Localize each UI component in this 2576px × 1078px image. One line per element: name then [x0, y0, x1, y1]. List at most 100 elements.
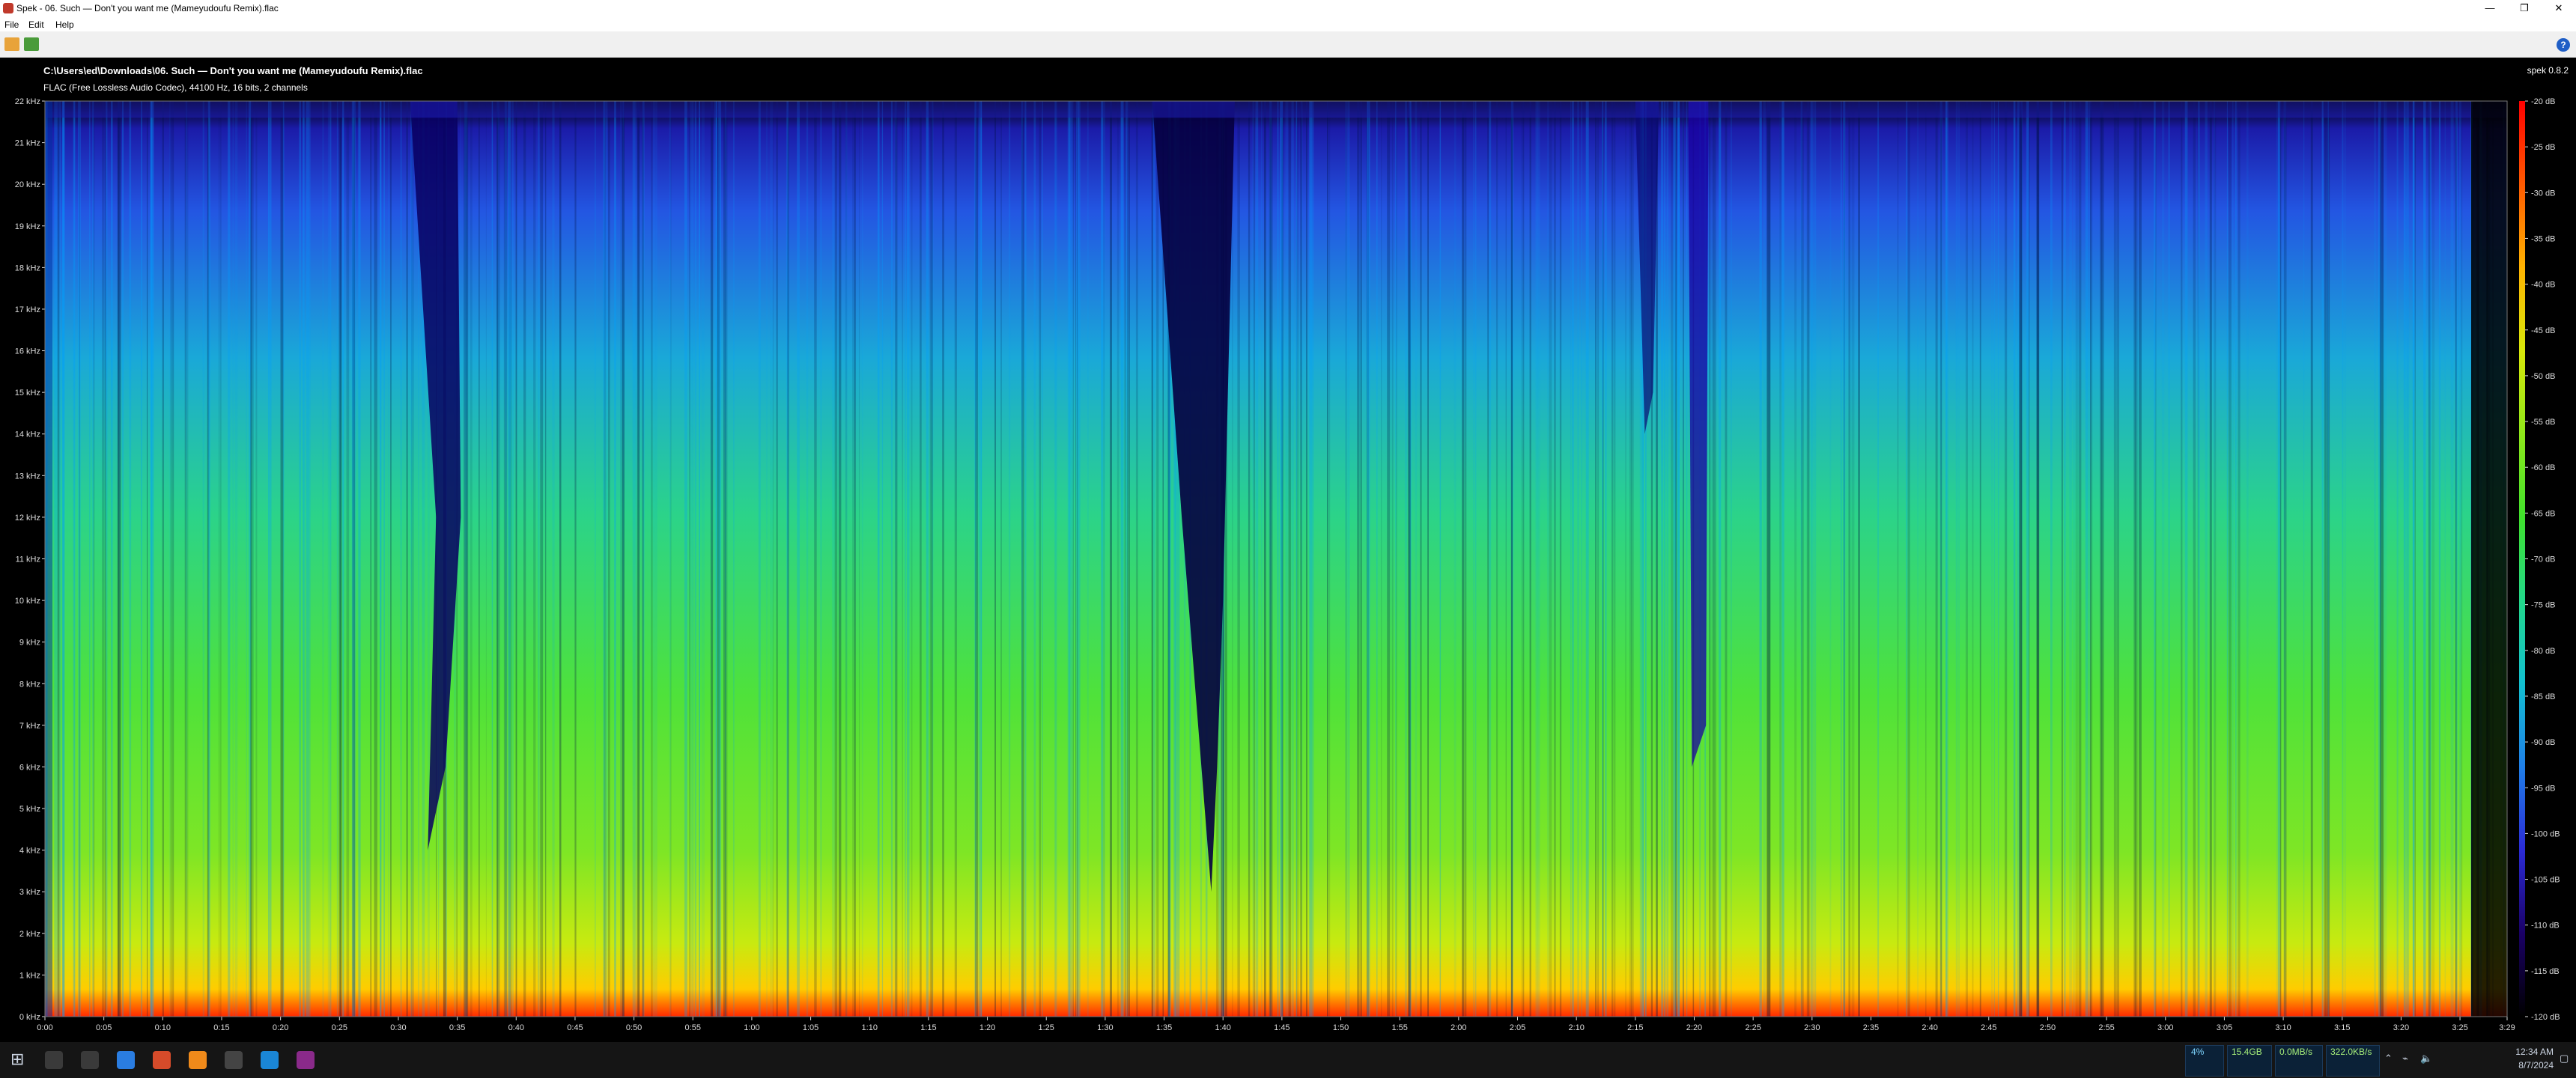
time-tick-label: 3:05	[2217, 1023, 2232, 1032]
frequency-tick-label: 1 kHz	[19, 971, 40, 980]
tray-arrows-icon[interactable]: ⌃	[2384, 1053, 2393, 1065]
time-tick-label: 2:35	[1863, 1023, 1879, 1032]
frequency-tick-label: 9 kHz	[19, 639, 40, 648]
frequency-tick-label: 7 kHz	[19, 722, 40, 731]
search-icon[interactable]	[45, 1051, 63, 1069]
tray-ram-widget: 15.4GB	[2227, 1042, 2272, 1078]
firefox-icon[interactable]	[189, 1051, 207, 1069]
db-tick-label: -30 dB	[2531, 189, 2555, 198]
frequency-tick-label: 20 kHz	[15, 180, 40, 189]
time-tick-label: 1:15	[920, 1023, 936, 1032]
frequency-tick-label: 0 kHz	[19, 1013, 40, 1022]
frequency-tick-label: 2 kHz	[19, 930, 40, 939]
time-tick-label: 2:25	[1745, 1023, 1761, 1032]
time-tick-label: 1:30	[1097, 1023, 1113, 1032]
time-tick-label: 1:00	[744, 1023, 759, 1032]
terminal-icon[interactable]	[225, 1051, 243, 1069]
time-tick-label: 2:55	[2098, 1023, 2114, 1032]
spek-icon[interactable]	[297, 1051, 315, 1069]
notification-icon[interactable]: ▢	[2560, 1053, 2569, 1065]
frequency-tick-label: 16 kHz	[15, 347, 40, 356]
db-tick-label: -105 dB	[2531, 876, 2560, 885]
time-tick-label: 1:50	[1333, 1023, 1349, 1032]
frequency-tick-label: 10 kHz	[15, 597, 40, 606]
taskview-icon[interactable]	[81, 1051, 99, 1069]
tray-network-icon[interactable]: ⌁	[2402, 1053, 2408, 1065]
time-tick-label: 0:35	[449, 1023, 465, 1032]
time-tick-label: 1:45	[1274, 1023, 1289, 1032]
time-tick-label: 0:45	[567, 1023, 583, 1032]
time-tick-label: 3:15	[2334, 1023, 2350, 1032]
time-tick-label: 0:25	[332, 1023, 347, 1032]
time-tick-label: 0:00	[37, 1023, 52, 1032]
vscode-icon[interactable]	[261, 1051, 279, 1069]
frequency-tick-label: 6 kHz	[19, 763, 40, 772]
frequency-tick-label: 4 kHz	[19, 847, 40, 856]
time-tick-label: 0:30	[390, 1023, 406, 1032]
time-tick-label: 2:15	[1627, 1023, 1643, 1032]
time-tick-label: 2:50	[2040, 1023, 2056, 1032]
time-tick-label: 0:05	[96, 1023, 112, 1032]
time-tick-label: 2:00	[1450, 1023, 1466, 1032]
time-tick-label: 0:55	[685, 1023, 701, 1032]
time-tick-label: 1:35	[1156, 1023, 1172, 1032]
time-tick-label: 1:40	[1215, 1023, 1230, 1032]
frequency-tick-label: 13 kHz	[15, 472, 40, 481]
db-tick-label: -85 dB	[2531, 692, 2555, 701]
tray-time: 12:34 AM	[2515, 1047, 2554, 1057]
frequency-tick-label: 5 kHz	[19, 805, 40, 814]
frequency-tick-label: 3 kHz	[19, 888, 40, 897]
db-tick-label: -50 dB	[2531, 372, 2555, 381]
frequency-tick-label: 15 kHz	[15, 389, 40, 398]
time-tick-label: 3:20	[2393, 1023, 2409, 1032]
spectrogram-svg: 0 kHz 1 kHz 2 kHz 3 kHz 4 kHz 5 kHz 6 kHz 7 kHz…	[0, 97, 2576, 1042]
tray-cpu-widget: 4%	[2185, 1042, 2224, 1078]
db-tick-label: -120 dB	[2531, 1013, 2560, 1022]
time-tick-label: 2:40	[1922, 1023, 1937, 1032]
time-tick-label: 1:10	[862, 1023, 878, 1032]
time-tick-label: 2:30	[1804, 1023, 1820, 1032]
time-tick-label: 0:10	[155, 1023, 171, 1032]
db-tick-label: -75 dB	[2531, 601, 2555, 610]
frequency-tick-label: 18 kHz	[15, 264, 40, 272]
db-tick-label: -80 dB	[2531, 647, 2555, 656]
db-tick-label: -40 dB	[2531, 281, 2555, 290]
db-colorbar	[2519, 101, 2525, 1017]
db-tick-label: -115 dB	[2531, 967, 2560, 976]
start-button[interactable]: ⊞	[10, 1050, 24, 1069]
db-tick-label: -35 dB	[2531, 234, 2555, 243]
time-tick-label: 3:10	[2275, 1023, 2291, 1032]
time-tick-label: 3:29	[2499, 1023, 2515, 1032]
time-tick-label: 1:55	[1391, 1023, 1407, 1032]
db-tick-label: -45 dB	[2531, 326, 2555, 335]
db-tick-label: -25 dB	[2531, 143, 2555, 152]
time-tick-label: 0:15	[213, 1023, 229, 1032]
db-tick-label: -55 dB	[2531, 418, 2555, 427]
tray-net-down-widget: 322.0KB/s	[2326, 1042, 2380, 1078]
browser-icon[interactable]	[153, 1051, 171, 1069]
time-tick-label: 3:25	[2452, 1023, 2467, 1032]
time-tick-label: 1:05	[803, 1023, 818, 1032]
time-tick-label: 0:40	[508, 1023, 524, 1032]
frequency-tick-label: 19 kHz	[15, 222, 40, 231]
db-tick-label: -110 dB	[2531, 922, 2560, 931]
spectrogram-area: 0 kHz 1 kHz 2 kHz 3 kHz 4 kHz 5 kHz 6 kHz 7 kHz…	[0, 0, 2576, 1078]
time-tick-label: 1:25	[1039, 1023, 1054, 1032]
frequency-tick-label: 17 kHz	[15, 305, 40, 314]
frequency-tick-label: 21 kHz	[15, 139, 40, 148]
time-tick-label: 2:20	[1686, 1023, 1702, 1032]
db-tick-label: -100 dB	[2531, 829, 2560, 838]
time-tick-label: 1:20	[979, 1023, 995, 1032]
frequency-tick-label: 12 kHz	[15, 514, 40, 523]
time-tick-label: 2:05	[1510, 1023, 1525, 1032]
db-tick-label: -95 dB	[2531, 784, 2555, 793]
db-tick-label: -65 dB	[2531, 509, 2555, 518]
db-tick-label: -20 dB	[2531, 97, 2555, 106]
db-tick-label: -60 dB	[2531, 463, 2555, 472]
db-tick-label: -70 dB	[2531, 555, 2555, 564]
db-tick-label: -90 dB	[2531, 738, 2555, 747]
file-explorer-icon[interactable]	[117, 1051, 135, 1069]
tray-net-up-widget: 0.0MB/s	[2275, 1042, 2323, 1078]
tray-volume-icon[interactable]: 🔈	[2420, 1053, 2432, 1065]
time-tick-label: 0:50	[626, 1023, 642, 1032]
